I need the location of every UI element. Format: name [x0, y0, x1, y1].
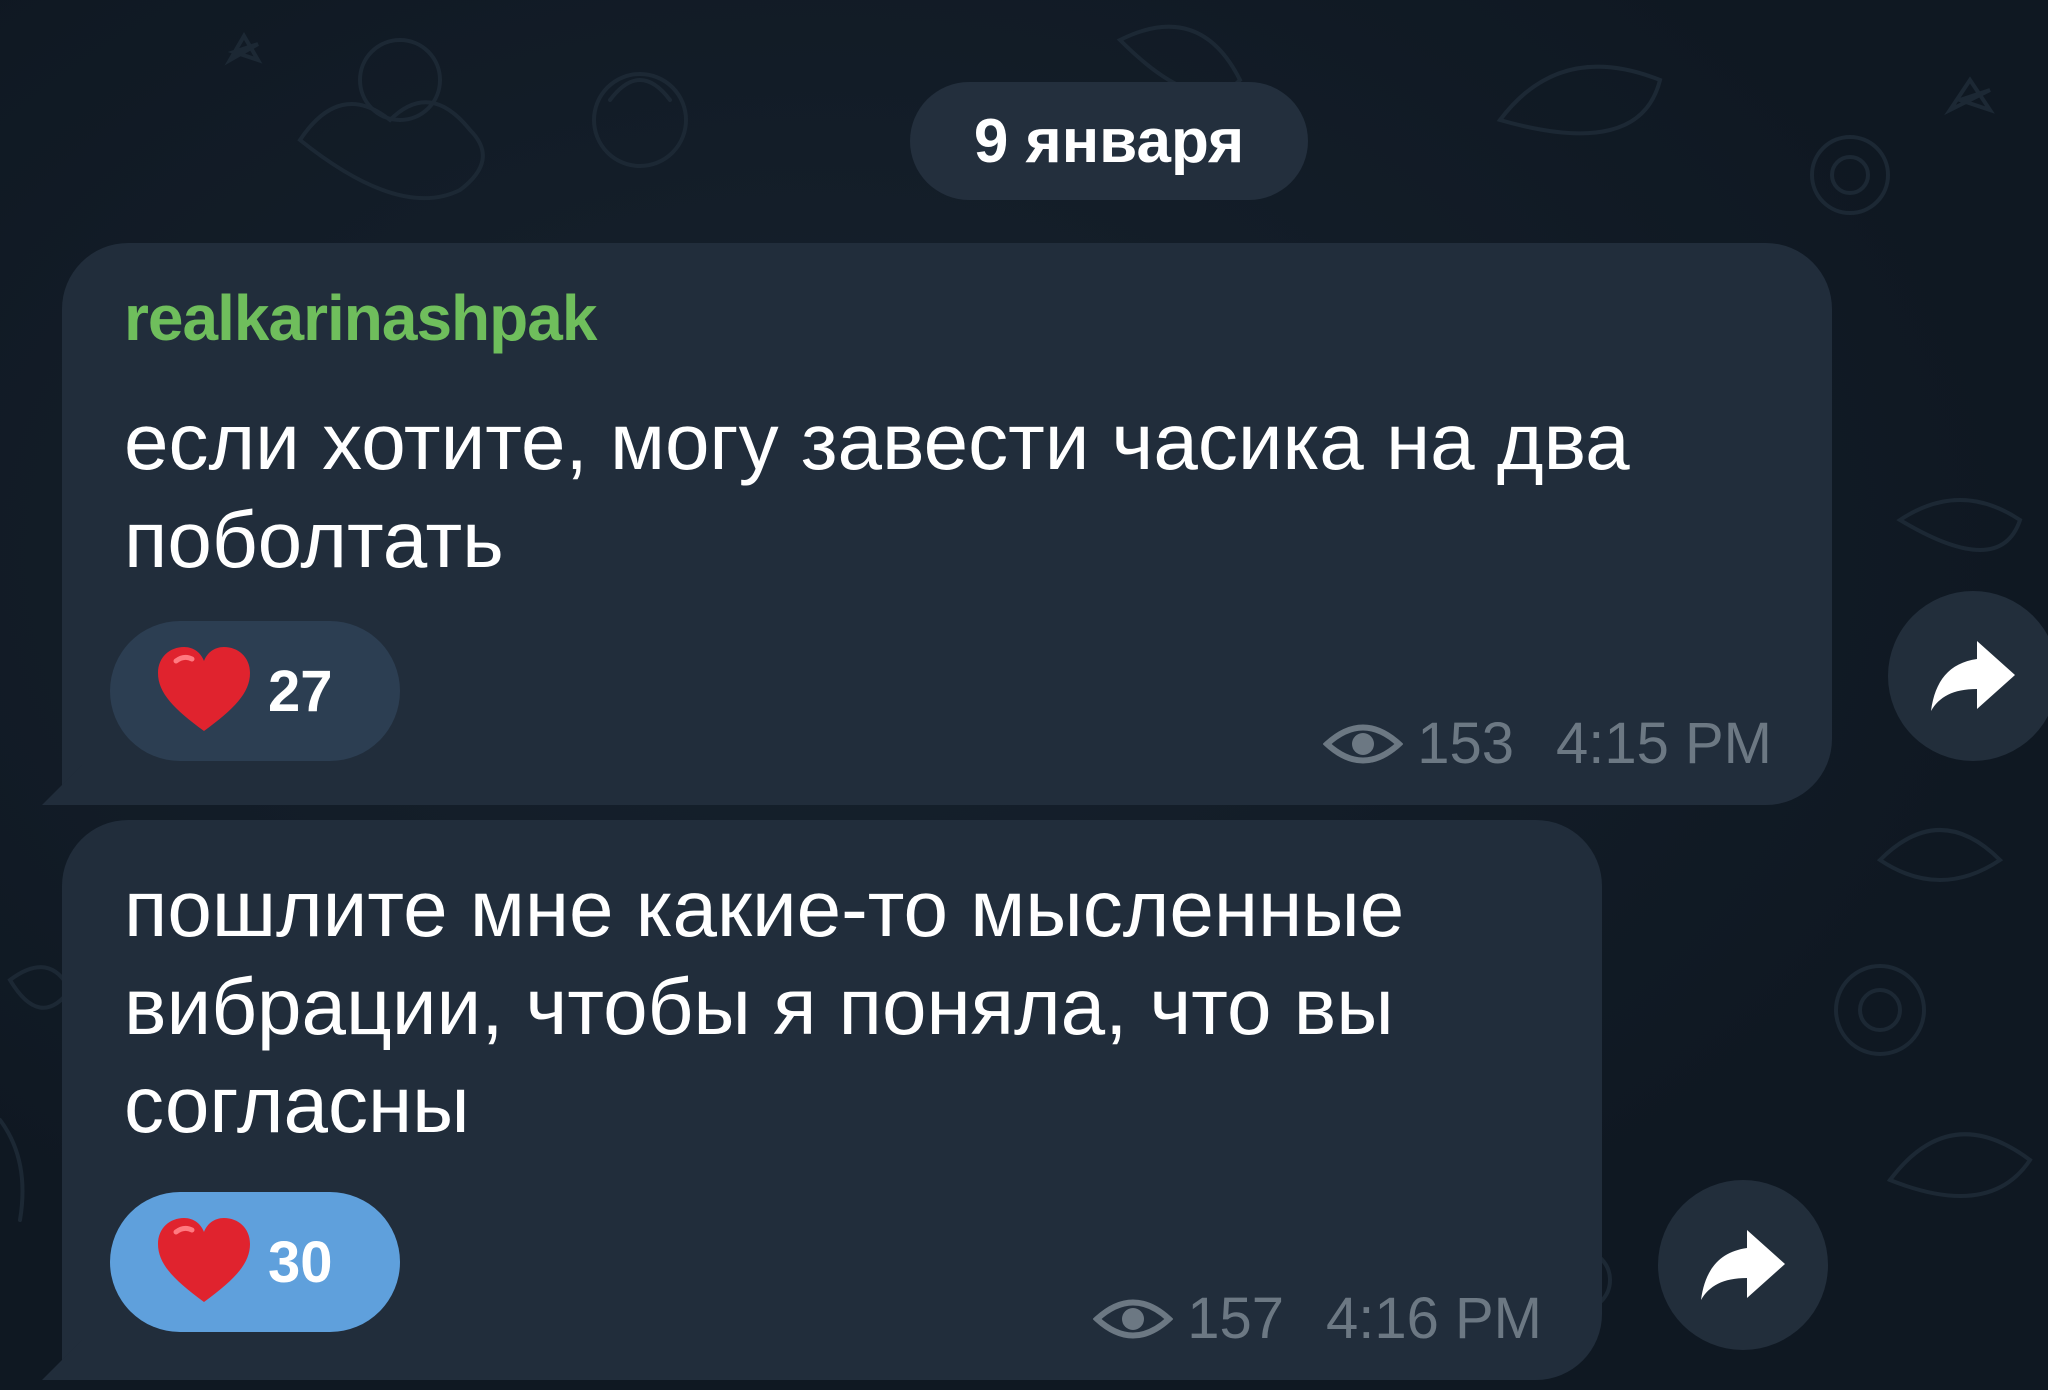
reaction-count: 30 [268, 1229, 333, 1295]
message-bubble[interactable]: realkarinashpak если хотите, могу завест… [62, 243, 1832, 805]
message-text: если хотите, могу завести часика на два … [124, 397, 1630, 584]
sender-name[interactable]: realkarinashpak [124, 281, 597, 355]
view-count: 153 [1417, 711, 1514, 776]
view-count: 157 [1187, 1286, 1284, 1351]
message-time: 4:16 PM [1326, 1286, 1542, 1351]
reaction-button[interactable]: 27 [110, 621, 400, 761]
red-heart-icon [158, 1218, 250, 1302]
share-arrow-icon [1931, 641, 2015, 711]
share-arrow-icon [1701, 1230, 1785, 1300]
reaction-button[interactable]: 30 [110, 1192, 400, 1332]
date-separator: 9 января [910, 82, 1308, 200]
message-text: пошлите мне какие-то мысленные вибрации,… [124, 864, 1405, 1149]
message-bubble[interactable]: пошлите мне какие-то мысленные вибрации,… [62, 820, 1602, 1380]
forward-button[interactable] [1658, 1180, 1828, 1350]
views-eye-icon [1323, 724, 1404, 763]
forward-button[interactable] [1888, 591, 2048, 761]
views-eye-icon [1093, 1299, 1174, 1338]
message-meta: 157 4:16 PM [1093, 1285, 1542, 1352]
message-time: 4:15 PM [1556, 711, 1772, 776]
message-meta: 153 4:15 PM [1323, 710, 1772, 777]
reaction-count: 27 [268, 658, 333, 724]
red-heart-icon [158, 647, 250, 731]
